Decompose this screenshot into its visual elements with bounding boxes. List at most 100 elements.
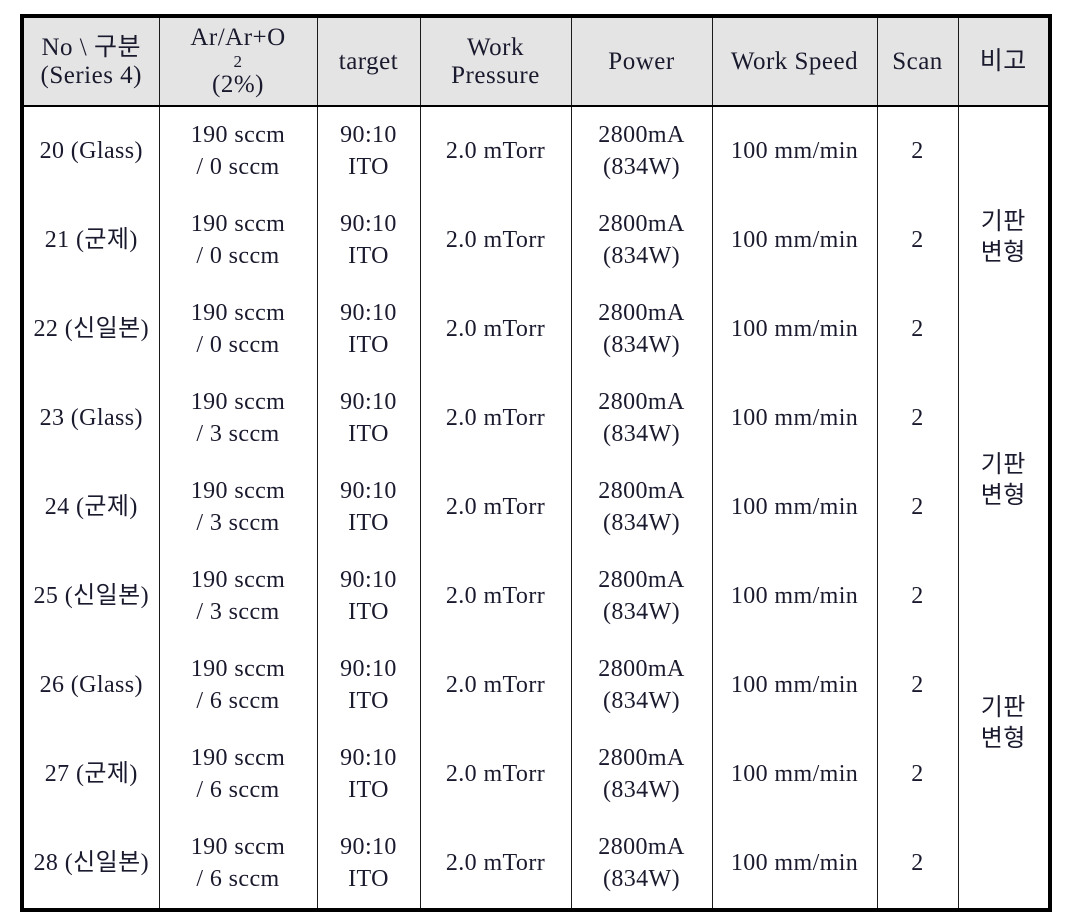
cell-power-line2: (834W) [602, 331, 681, 358]
cell-gas-line2: / 6 sccm [196, 687, 280, 714]
cell-target-line1: 90:10 [340, 834, 397, 861]
table-body: 20 (Glass) 190 sccm / 0 sccm 90:10 ITO 2… [22, 106, 1050, 911]
cell-power-line2: (834W) [602, 509, 681, 536]
column-header-work-speed-label: Work Speed [730, 47, 859, 75]
cell-target: 90:10 ITO [316, 730, 421, 820]
cell-power-line2: (834W) [602, 687, 681, 714]
gas-formula-text: Ar/Ar+O [190, 24, 286, 51]
cell-gas-line2: / 0 sccm [196, 242, 280, 269]
cell-scan: 2 [876, 374, 959, 464]
column-header-gas-line1: Ar/Ar+O 2 [162, 24, 315, 71]
cell-target-line1: 90:10 [340, 122, 397, 149]
cell-target-line1: 90:10 [340, 300, 397, 327]
cell-no: 21 (군제) [22, 196, 160, 286]
cell-power: 2800mA (834W) [570, 285, 713, 375]
cell-power: 2800mA (834W) [570, 819, 713, 911]
cell-gas-line1: 190 sccm [190, 211, 286, 238]
cell-work-pressure: 2.0 mTorr [419, 196, 572, 286]
cell-work-speed: 100 mm/min [711, 463, 878, 553]
cell-work-speed: 100 mm/min [711, 552, 878, 642]
cell-no: 23 (Glass) [22, 374, 160, 464]
cell-gas-line1: 190 sccm [190, 389, 286, 416]
cell-target-line2: ITO [348, 420, 389, 447]
cell-work-speed: 100 mm/min [711, 819, 878, 911]
column-header-work-speed: Work Speed [711, 16, 878, 108]
remark-entry-line2: 변형 [980, 726, 1026, 753]
cell-power: 2800mA (834W) [570, 374, 713, 464]
cell-no: 24 (군제) [22, 463, 160, 553]
cell-remark-merged: 기판 변형 기판 변형 기판 변형 [957, 106, 1050, 911]
cell-target-line1: 90:10 [340, 567, 397, 594]
cell-gas: 190 sccm / 0 sccm [158, 285, 318, 375]
cell-power-line1: 2800mA [598, 211, 685, 238]
table-row: 20 (Glass) 190 sccm / 0 sccm 90:10 ITO 2… [22, 106, 1050, 911]
cell-no: 25 (신일본) [22, 552, 160, 642]
cell-gas-line1: 190 sccm [190, 656, 286, 683]
cell-power-line2: (834W) [602, 420, 681, 447]
cell-scan: 2 [876, 819, 959, 911]
cell-gas-line2: / 0 sccm [196, 331, 280, 358]
remark-entry-line2: 변형 [980, 240, 1026, 267]
table-row: 27 (군제) 190 sccm / 6 sccm 90:10 ITO 2.0 … [22, 730, 1050, 820]
cell-power: 2800mA (834W) [570, 463, 713, 553]
cell-power-line2: (834W) [602, 242, 681, 269]
cell-target: 90:10 ITO [316, 641, 421, 731]
cell-power-line2: (834W) [602, 153, 681, 180]
cell-power-line2: (834W) [602, 776, 681, 803]
cell-target-line2: ITO [348, 509, 389, 536]
cell-gas-line2: / 3 sccm [196, 420, 280, 447]
cell-gas-line1: 190 sccm [190, 745, 286, 772]
column-header-scan: Scan [876, 16, 959, 108]
cell-power-line1: 2800mA [598, 567, 685, 594]
cell-gas: 190 sccm / 0 sccm [158, 196, 318, 286]
cell-power-line1: 2800mA [598, 745, 685, 772]
column-header-target: target [316, 16, 421, 108]
cell-target: 90:10 ITO [316, 463, 421, 553]
header-row: No \ 구분 (Series 4) Ar/Ar+O 2 (2%) target … [22, 16, 1050, 108]
cell-target-line2: ITO [348, 865, 389, 892]
cell-gas-line1: 190 sccm [190, 834, 286, 861]
remark-entry-line1: 기판 [980, 209, 1026, 236]
cell-target: 90:10 ITO [316, 819, 421, 911]
cell-target-line2: ITO [348, 687, 389, 714]
table-row: 25 (신일본) 190 sccm / 3 sccm 90:10 ITO 2.0… [22, 552, 1050, 642]
cell-target: 90:10 ITO [316, 196, 421, 286]
cell-scan: 2 [876, 196, 959, 286]
table-header: No \ 구분 (Series 4) Ar/Ar+O 2 (2%) target … [22, 16, 1050, 108]
column-header-no: No \ 구분 (Series 4) [22, 16, 160, 108]
cell-work-pressure: 2.0 mTorr [419, 106, 572, 197]
cell-power: 2800mA (834W) [570, 552, 713, 642]
cell-target-line1: 90:10 [340, 389, 397, 416]
column-header-no-line1: No \ 구분 [41, 33, 141, 61]
cell-target-line1: 90:10 [340, 745, 397, 772]
process-condition-table: No \ 구분 (Series 4) Ar/Ar+O 2 (2%) target … [20, 14, 1052, 912]
cell-work-speed: 100 mm/min [711, 641, 878, 731]
table-row: 24 (군제) 190 sccm / 3 sccm 90:10 ITO 2.0 … [22, 463, 1050, 553]
cell-target-line2: ITO [348, 153, 389, 180]
remark-entry-line1: 기판 [980, 452, 1026, 479]
cell-power-line2: (834W) [602, 865, 681, 892]
cell-target-line2: ITO [348, 598, 389, 625]
cell-work-speed: 100 mm/min [711, 285, 878, 375]
column-header-power: Power [570, 16, 713, 108]
table-row: 22 (신일본) 190 sccm / 0 sccm 90:10 ITO 2.0… [22, 285, 1050, 375]
cell-no: 22 (신일본) [22, 285, 160, 375]
column-header-no-line2: (Series 4) [40, 61, 142, 89]
table-row: 21 (군제) 190 sccm / 0 sccm 90:10 ITO 2.0 … [22, 196, 1050, 286]
column-header-gas-line2: (2%) [212, 71, 264, 99]
remark-entry-line1: 기판 [980, 695, 1026, 722]
cell-target: 90:10 ITO [316, 552, 421, 642]
cell-gas-line2: / 6 sccm [196, 865, 280, 892]
cell-gas-line1: 190 sccm [190, 567, 286, 594]
column-header-target-label: target [338, 47, 399, 75]
column-header-work-pressure: Work Pressure [419, 16, 572, 108]
cell-power-line2: (834W) [602, 598, 681, 625]
table-row: 26 (Glass) 190 sccm / 6 sccm 90:10 ITO 2… [22, 641, 1050, 731]
cell-gas: 190 sccm / 3 sccm [158, 552, 318, 642]
cell-target: 90:10 ITO [316, 374, 421, 464]
cell-target: 90:10 ITO [316, 106, 421, 197]
cell-work-pressure: 2.0 mTorr [419, 552, 572, 642]
cell-work-pressure: 2.0 mTorr [419, 730, 572, 820]
cell-no: 20 (Glass) [22, 106, 160, 197]
remark-stack: 기판 변형 기판 변형 기판 변형 [961, 111, 1047, 904]
